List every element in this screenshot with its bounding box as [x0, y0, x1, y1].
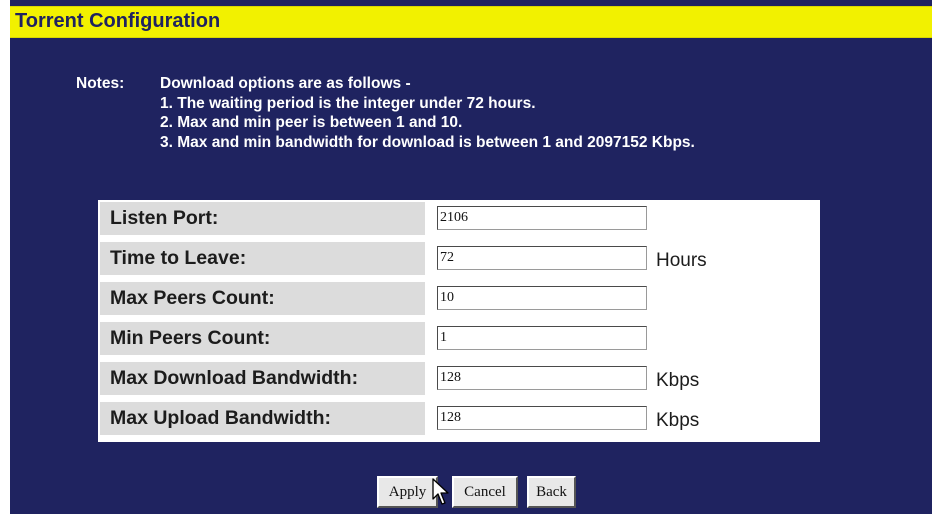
row-max-download: Max Download Bandwidth: Kbps — [98, 360, 820, 397]
listen-port-label: Listen Port: — [100, 202, 425, 235]
row-time-to-leave: Time to Leave: Hours — [98, 240, 820, 277]
listen-port-cell — [428, 202, 818, 235]
back-button[interactable]: Back — [527, 476, 576, 508]
notes-label: Notes: — [76, 75, 125, 92]
min-peers-cell — [428, 322, 818, 355]
apply-button[interactable]: Apply — [377, 476, 438, 508]
notes-line: 1. The waiting period is the integer und… — [160, 94, 536, 112]
notes-line: 3. Max and min bandwidth for download is… — [160, 133, 695, 151]
max-upload-unit: Kbps — [656, 410, 700, 431]
mouse-cursor-icon — [432, 478, 449, 505]
max-peers-input[interactable] — [437, 286, 647, 310]
config-table: Listen Port: Time to Leave: Hours Max Pe… — [98, 200, 820, 442]
listen-port-input[interactable] — [437, 206, 647, 230]
time-to-leave-unit: Hours — [656, 250, 707, 271]
max-download-cell: Kbps — [428, 362, 818, 395]
cancel-button[interactable]: Cancel — [452, 476, 518, 508]
max-upload-cell: Kbps — [428, 402, 818, 435]
max-download-label: Max Download Bandwidth: — [100, 362, 425, 395]
title-bar: Torrent Configuration — [10, 6, 932, 38]
min-peers-input[interactable] — [437, 326, 647, 350]
row-min-peers: Min Peers Count: — [98, 320, 820, 357]
page-title: Torrent Configuration — [15, 10, 221, 32]
max-download-unit: Kbps — [656, 370, 700, 391]
time-to-leave-cell: Hours — [428, 242, 818, 275]
notes-line: 2. Max and min peer is between 1 and 10. — [160, 114, 463, 131]
max-upload-input[interactable] — [437, 406, 647, 430]
max-peers-label: Max Peers Count: — [100, 282, 425, 315]
max-download-input[interactable] — [437, 366, 647, 390]
row-max-upload: Max Upload Bandwidth: Kbps — [98, 400, 820, 437]
row-listen-port: Listen Port: — [98, 200, 820, 237]
max-upload-label: Max Upload Bandwidth: — [100, 402, 425, 435]
time-to-leave-label: Time to Leave: — [100, 242, 425, 275]
max-peers-cell — [428, 282, 818, 315]
notes-lines: Download options are as follows - 1. The… — [160, 75, 860, 153]
min-peers-label: Min Peers Count: — [100, 322, 425, 355]
notes-line: Download options are as follows - — [160, 75, 411, 92]
row-max-peers: Max Peers Count: — [98, 280, 820, 317]
time-to-leave-input[interactable] — [437, 246, 647, 270]
